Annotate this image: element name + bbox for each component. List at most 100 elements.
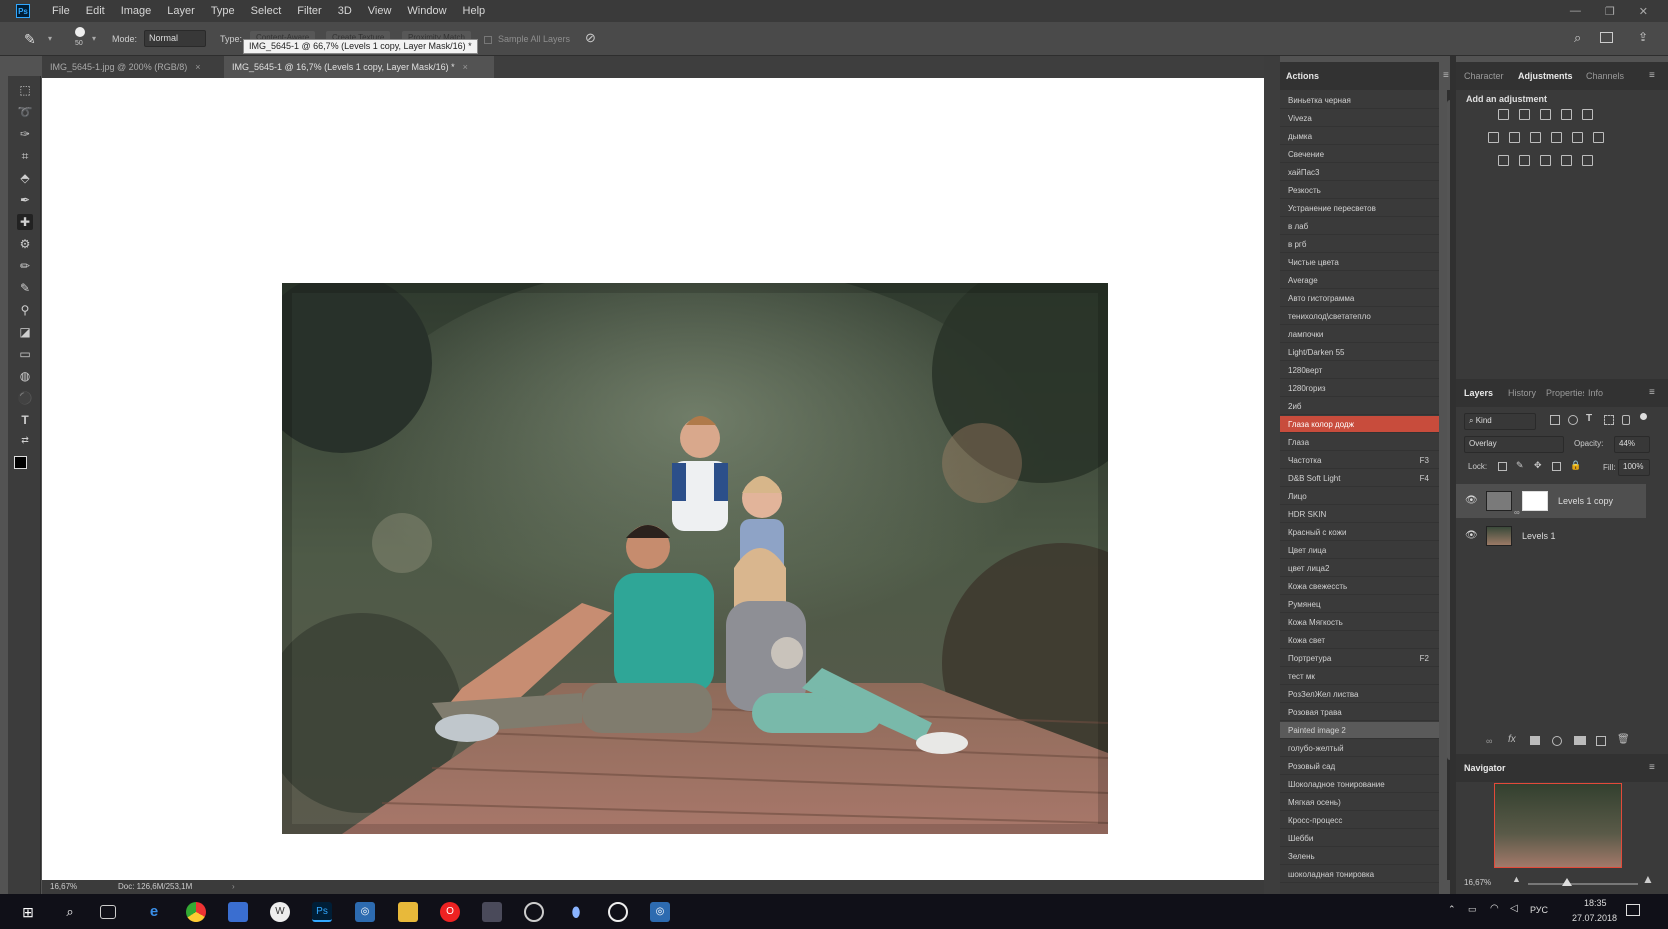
notifications-icon[interactable] [1626, 904, 1640, 916]
opacity-input[interactable]: 44% [1614, 436, 1650, 453]
layer-fx-icon[interactable]: fx [1508, 734, 1516, 745]
wifi-icon[interactable]: ◠ [1490, 903, 1499, 914]
camera-app-icon[interactable]: ◎ [650, 902, 670, 922]
action-item[interactable]: Кожа свежессть [1280, 578, 1439, 595]
action-item[interactable]: Кожа Мягкость [1280, 614, 1439, 631]
layer-row-levels-1-copy[interactable]: 👁 ∞ Levels 1 copy [1456, 484, 1646, 518]
actions-panel-menu-icon[interactable]: ≡ [1443, 70, 1449, 81]
fill-input[interactable]: 100% [1618, 459, 1650, 476]
sample-all-layers-checkbox[interactable] [484, 36, 492, 44]
lock-artboard-icon[interactable] [1552, 462, 1561, 471]
brush-picker-chevron-icon[interactable]: ▾ [92, 34, 96, 43]
menu-select[interactable]: Select [243, 0, 290, 22]
layer-row-levels-1[interactable]: 👁 Levels 1 [1456, 519, 1646, 553]
start-icon[interactable]: ⊞ [18, 902, 38, 922]
action-item[interactable]: Свечение [1280, 146, 1439, 163]
blend-mode-select[interactable]: Overlay [1464, 436, 1564, 453]
task-view-icon[interactable] [100, 905, 116, 919]
menu-edit[interactable]: Edit [78, 0, 113, 22]
brush-tool-icon[interactable]: ✏ [17, 258, 33, 274]
photoshop-taskbar-icon[interactable]: Ps [312, 902, 332, 922]
action-item[interactable]: Painted image 2 [1280, 722, 1439, 739]
posterize-adjustment-icon[interactable] [1519, 155, 1530, 166]
workspace-icon[interactable] [1600, 32, 1613, 43]
battery-icon[interactable]: ▭ [1468, 904, 1477, 915]
eyedropper-tool-icon[interactable]: ✒ [17, 192, 33, 208]
zoom-out-icon[interactable]: ▲ [1512, 874, 1521, 884]
menu-type[interactable]: Type [203, 0, 243, 22]
minimize-icon[interactable]: — [1570, 5, 1581, 17]
close-tab-icon[interactable]: × [195, 62, 200, 72]
action-item[interactable]: РозЗелЖел листва [1280, 686, 1439, 703]
filter-smart-object-icon[interactable] [1622, 415, 1630, 425]
filter-toggle-icon[interactable] [1640, 413, 1647, 420]
exposure-adjustment-icon[interactable] [1561, 109, 1572, 120]
actions-panel-title[interactable]: Actions [1280, 62, 1439, 90]
action-item[interactable]: в лаб [1280, 218, 1439, 235]
close-tab-icon[interactable]: × [463, 62, 468, 72]
action-item[interactable]: лампочки [1280, 326, 1439, 343]
action-item[interactable]: Мягкая осень) [1280, 794, 1439, 811]
action-item[interactable]: D&B Soft Light F4 [1280, 470, 1439, 487]
visibility-eye-icon[interactable]: 👁 [1465, 484, 1478, 518]
layer-kind-filter[interactable]: ⌕ Kind [1464, 413, 1536, 430]
tray-chevron-icon[interactable]: ⌃ [1448, 904, 1456, 915]
camera-raw-icon[interactable]: ◎ [355, 902, 375, 922]
new-adjustment-layer-icon[interactable] [1552, 736, 1562, 746]
filter-type-icon[interactable]: T [1586, 413, 1592, 424]
blur-tool-icon[interactable]: ◍ [17, 368, 33, 384]
navigator-zoom-thumb[interactable] [1562, 878, 1572, 886]
app-box-icon[interactable] [482, 902, 502, 922]
navigator-zoom-slider[interactable] [1528, 883, 1638, 885]
action-item[interactable]: Цвет лица [1280, 542, 1439, 559]
action-item[interactable]: Зелень [1280, 848, 1439, 865]
action-item[interactable]: хайПас3 [1280, 164, 1439, 181]
gradient-map-adjustment-icon[interactable] [1582, 155, 1593, 166]
lock-transparent-icon[interactable] [1498, 462, 1507, 471]
action-item[interactable]: Кросс-процесс [1280, 812, 1439, 829]
action-item[interactable]: цвет лица2 [1280, 560, 1439, 577]
marquee-tool-icon[interactable]: ⬚ [17, 82, 33, 98]
menu-file[interactable]: File [44, 0, 78, 22]
file-explorer-icon[interactable] [398, 902, 418, 922]
action-item[interactable]: 1280гориз [1280, 380, 1439, 397]
tab-channels[interactable]: Channels [1586, 62, 1624, 90]
selective-color-adjustment-icon[interactable] [1561, 155, 1572, 166]
pencil-tool-icon[interactable]: ✎ [17, 280, 33, 296]
tab-layers[interactable]: Layers [1464, 379, 1493, 407]
menu-filter[interactable]: Filter [289, 0, 329, 22]
navigator-zoom-value[interactable]: 16,67% [1464, 878, 1491, 887]
action-item[interactable]: Резкость [1280, 182, 1439, 199]
tool-preset-chevron-icon[interactable]: ▾ [48, 34, 52, 43]
clock-date[interactable]: 27.07.2018 [1572, 913, 1617, 923]
healing-brush-tool-icon[interactable]: ✚ [17, 214, 33, 230]
clone-stamp-tool-icon[interactable]: ⚲ [17, 302, 33, 318]
menu-help[interactable]: Help [455, 0, 494, 22]
curves-adjustment-icon[interactable] [1540, 109, 1551, 120]
crop-tool-icon[interactable]: ⌗ [17, 148, 33, 164]
action-item[interactable]: тест мк [1280, 668, 1439, 685]
action-item[interactable]: HDR SKIN [1280, 506, 1439, 523]
black-white-adjustment-icon[interactable] [1530, 132, 1541, 143]
photoshop-logo-icon[interactable]: Ps [16, 4, 30, 18]
share-icon[interactable]: ⇪ [1638, 30, 1648, 44]
navigator-panel-menu-icon[interactable]: ≡ [1649, 762, 1655, 773]
action-item[interactable]: Шоколадное тонирование [1280, 776, 1439, 793]
action-item[interactable]: Чистые цвета [1280, 254, 1439, 271]
action-item[interactable]: Кожа свет [1280, 632, 1439, 649]
app-w-icon[interactable]: W [270, 902, 290, 922]
layer-mask-thumb[interactable] [1522, 491, 1548, 511]
restore-icon[interactable]: ❐ [1605, 5, 1615, 18]
chrome-icon[interactable] [186, 902, 206, 922]
action-item[interactable]: Розовая трава [1280, 704, 1439, 721]
tab-character[interactable]: Character [1464, 62, 1504, 90]
channel-mixer-adjustment-icon[interactable] [1572, 132, 1583, 143]
mode-select[interactable]: Normal [144, 30, 206, 47]
volume-icon[interactable]: ◁ [1510, 903, 1518, 914]
target-app-icon[interactable] [608, 902, 628, 922]
menu-3d[interactable]: 3D [330, 0, 360, 22]
healing-brush-tool-icon[interactable]: ✎ [24, 31, 36, 48]
hue-saturation-adjustment-icon[interactable] [1488, 132, 1499, 143]
tab-adjustments[interactable]: Adjustments [1518, 62, 1573, 90]
type-tool-icon[interactable]: T [17, 412, 33, 428]
